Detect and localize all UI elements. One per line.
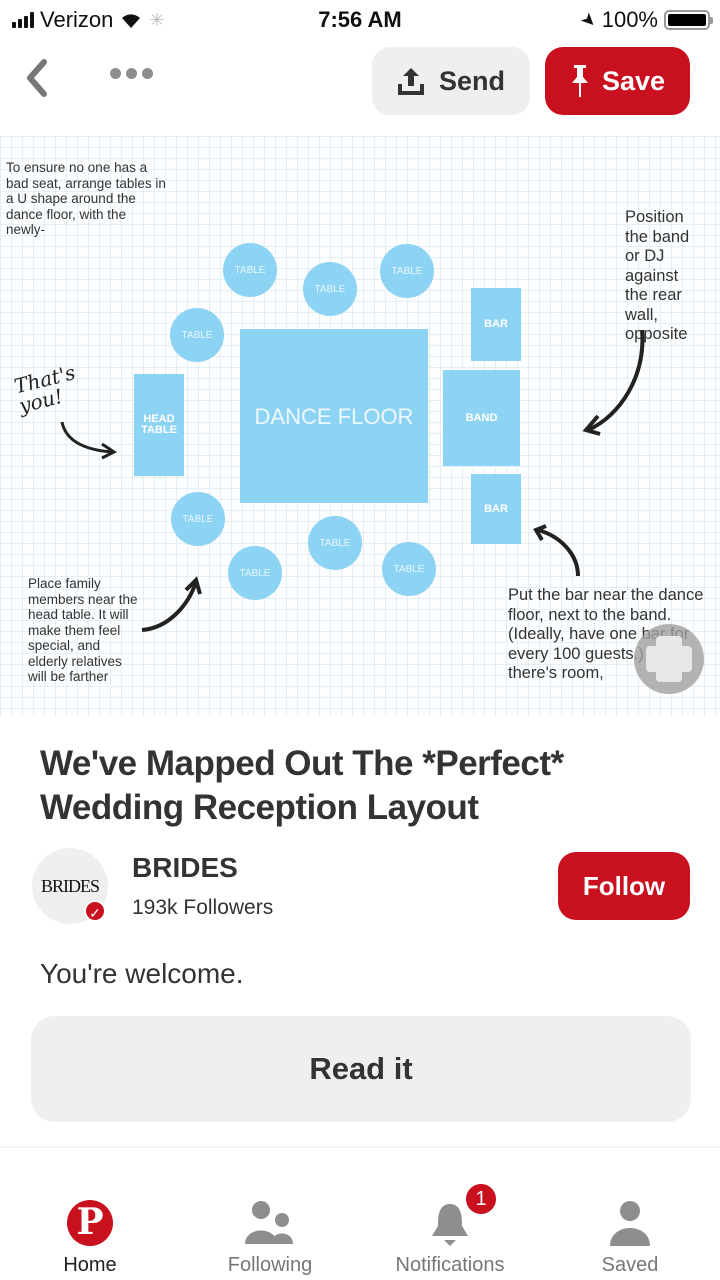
tab-notifications[interactable]: 1 Notifications [360, 1182, 540, 1280]
table-circle: TABLE [308, 516, 362, 570]
battery-percent: 100% [601, 7, 658, 32]
pin-image[interactable]: To ensure no one has a bad seat, arrange… [0, 136, 720, 716]
pin-toolbar: Send Save [0, 40, 720, 130]
table-circle: TABLE [303, 262, 357, 316]
visual-search-lens-icon[interactable] [634, 624, 704, 694]
note-u-shape: To ensure no one has a bad seat, arrange… [6, 160, 166, 237]
back-button[interactable] [22, 58, 62, 102]
arrow-to-band [582, 329, 645, 436]
send-label: Send [438, 65, 505, 96]
bottom-tab-bar: P Home Following 1 Notifications Saved [0, 1182, 720, 1280]
table-circle: TABLE [380, 244, 434, 298]
verified-check-icon: ✓ [84, 900, 106, 922]
pinterest-logo-icon: P [67, 1200, 113, 1246]
follow-button[interactable]: Follow [558, 852, 690, 920]
bar-bottom: BAR [471, 474, 521, 544]
band-stage: BAND [443, 370, 520, 466]
tab-home[interactable]: P Home [0, 1190, 180, 1280]
send-button[interactable]: Send [372, 47, 530, 115]
table-circle: TABLE [228, 546, 282, 600]
creator-followers: 193k Followers [132, 896, 274, 919]
pin-description: You're welcome. [40, 958, 244, 989]
pushpin-icon [571, 65, 588, 97]
divider [0, 1146, 720, 1148]
notifications-badge: 1 [464, 1182, 498, 1216]
table-circle: TABLE [171, 492, 225, 546]
tab-saved[interactable]: Saved [540, 1190, 720, 1280]
tab-saved-label: Saved [601, 1254, 659, 1276]
note-thats-you: That's you! [11, 360, 78, 418]
dance-floor: DANCE FLOOR [240, 329, 428, 503]
arrow-to-head-table [60, 421, 117, 460]
table-circle: TABLE [382, 542, 436, 596]
read-it-button[interactable]: Read it [31, 1016, 691, 1122]
note-band-position: Position the band or DJ against the rear… [625, 208, 690, 343]
creator-name[interactable]: BRIDES [132, 852, 238, 884]
chevron-left-icon [27, 59, 47, 97]
save-button[interactable]: Save [545, 47, 690, 115]
bar-top: BAR [471, 288, 521, 361]
battery-icon [664, 10, 713, 30]
people-icon [245, 1201, 293, 1244]
bell-icon [432, 1204, 468, 1246]
tab-home-label: Home [63, 1254, 117, 1276]
more-options-button[interactable] [110, 68, 153, 79]
note-family-members: Place family members near the head table… [28, 576, 138, 684]
tab-following-label: Following [227, 1254, 313, 1276]
person-icon [610, 1201, 650, 1246]
table-circle: TABLE [223, 243, 277, 297]
more-dots-icon [110, 68, 121, 79]
table-circle: TABLE [170, 308, 224, 362]
status-bar: Verizon ✳ 7:56 AM ➤ 100% [0, 0, 720, 40]
tab-following[interactable]: Following [180, 1190, 360, 1280]
arrow-to-family-table [141, 576, 202, 632]
tab-notifications-label: Notifications [395, 1254, 505, 1276]
pin-title: We've Mapped Out The *Perfect* Wedding R… [40, 744, 564, 827]
head-table: HEAD TABLE [134, 374, 184, 476]
save-label: Save [601, 65, 666, 96]
share-upload-icon [397, 68, 424, 95]
arrow-to-bar [533, 524, 580, 577]
